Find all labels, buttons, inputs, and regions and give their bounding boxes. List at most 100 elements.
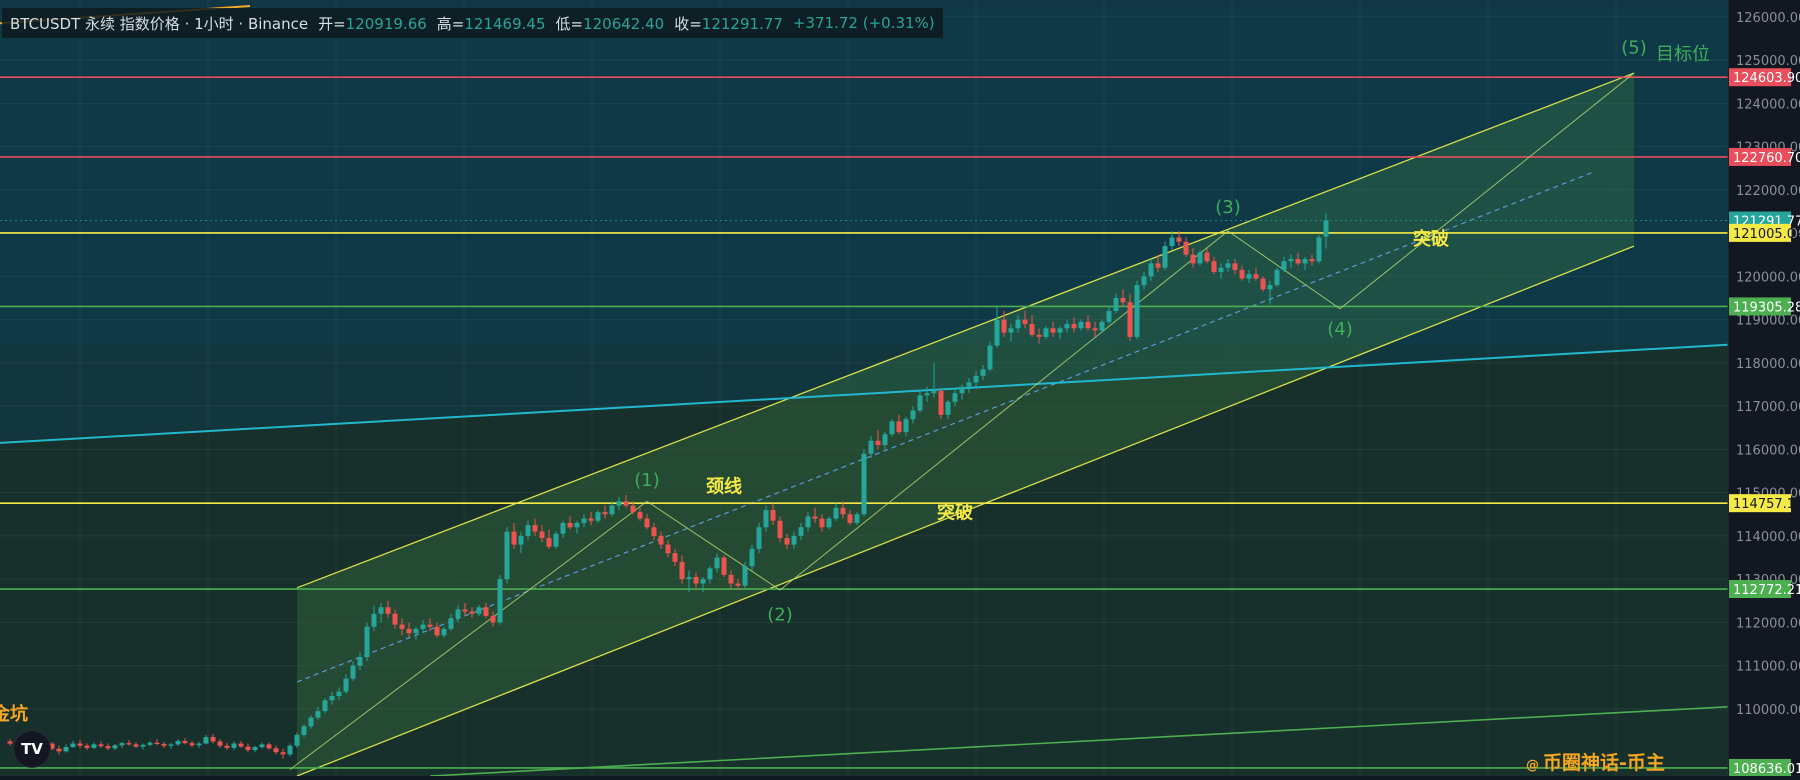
candle-body <box>1113 297 1119 311</box>
candle-body <box>875 440 881 446</box>
candle-body <box>133 744 139 747</box>
candle-body <box>1071 323 1077 329</box>
axis-tick-label: 112000.00 <box>1736 616 1800 631</box>
price-tag-label: 108636.01 <box>1733 762 1800 776</box>
axis-tick-label: 111000.00 <box>1736 660 1800 675</box>
candle-body <box>539 531 545 539</box>
candle-body <box>567 522 573 528</box>
candle-body <box>231 743 237 748</box>
candle-body <box>784 538 790 545</box>
price-tag-label: 124603.90 <box>1733 71 1800 86</box>
candle-body <box>952 393 958 402</box>
candle-body <box>259 744 265 748</box>
wave-annotation: 颈线 <box>705 476 742 498</box>
candle-body <box>756 527 762 549</box>
candle-body <box>1225 263 1231 268</box>
candle-body <box>700 579 706 584</box>
candle-body <box>574 522 580 528</box>
candle-body <box>854 514 860 523</box>
low-label: 低= <box>555 14 584 33</box>
candle-body <box>1120 297 1126 303</box>
candle-body <box>252 747 258 751</box>
price-chart[interactable]: (1) 颈线 (2) 突破 (3) (4) 突破 (5) 目标位金坑 126000.00 12500… <box>0 0 1800 777</box>
candle-body <box>735 583 741 586</box>
candle-body <box>63 747 69 752</box>
candle-body <box>413 628 419 634</box>
candle-body <box>119 743 125 746</box>
axis-tick-label: 119000.00 <box>1736 314 1800 329</box>
candle-body <box>371 613 377 627</box>
candle-body <box>938 391 944 415</box>
candle-body <box>525 525 531 536</box>
candle-body <box>987 345 993 370</box>
candle-body <box>693 577 699 584</box>
candle-body <box>637 512 643 519</box>
candle-body <box>728 574 734 584</box>
candle-body <box>245 746 251 751</box>
candle-body <box>161 743 167 746</box>
candle-body <box>861 453 867 515</box>
wave-annotation: 突破 <box>937 502 973 524</box>
candle-body <box>616 501 622 506</box>
candle-body <box>1036 334 1042 337</box>
candle-body <box>665 544 671 554</box>
chart[interactable]: (1) 颈线 (2) 突破 (3) (4) 突破 (5) 目标位 金坑 126000.00 12500… <box>0 0 1800 777</box>
close-label: 收= <box>674 14 702 33</box>
candle-body <box>1295 259 1301 264</box>
candle-body <box>798 527 804 536</box>
axis-tick-label: 114000.00 <box>1736 530 1800 545</box>
candle-body <box>868 440 874 454</box>
candle-body <box>1001 319 1007 333</box>
candle-body <box>882 434 888 446</box>
candle-body <box>1008 328 1014 333</box>
candle-body <box>602 512 608 515</box>
candle-body <box>959 386 965 394</box>
candle-body <box>651 527 657 536</box>
candle-body <box>1302 259 1308 264</box>
candle-body <box>7 741 13 744</box>
candle-body <box>385 607 391 614</box>
watermark-text: 币圈神话-币主 <box>1543 752 1665 774</box>
candle-body <box>1141 276 1147 286</box>
candle-body <box>336 691 342 696</box>
candle-body <box>833 507 839 519</box>
candle-body <box>357 657 363 666</box>
candle-body <box>70 743 76 748</box>
candle-body <box>126 743 132 745</box>
candle-body <box>210 737 216 742</box>
candle-body <box>903 419 909 433</box>
candle-body <box>399 624 405 629</box>
candle-body <box>287 745 293 755</box>
candle-body <box>1155 263 1161 268</box>
symbol-title[interactable]: BTCUSDT 永续 指数价格 · 1小时 · Binance <box>10 13 308 34</box>
candle-body <box>1253 274 1259 279</box>
candle-body <box>224 745 230 748</box>
candle-body <box>147 742 153 745</box>
candle-body <box>308 717 314 727</box>
candle-body <box>1015 319 1021 329</box>
candle-body <box>749 548 755 567</box>
candle-body <box>182 740 188 744</box>
candle-body <box>847 514 853 523</box>
candle-body <box>623 501 629 506</box>
candle-body <box>1309 259 1315 262</box>
candle-body <box>609 505 615 515</box>
candle-body <box>1169 237 1175 247</box>
candle-body <box>791 535 797 545</box>
candle-body <box>1190 254 1196 264</box>
candle-body <box>910 410 916 420</box>
axis-tick-label: 120000.00 <box>1736 270 1800 285</box>
candle-body <box>581 518 587 523</box>
candle-body <box>217 741 223 746</box>
change-value: +371.72 (+0.31%) <box>792 14 935 32</box>
tradingview-logo-icon[interactable]: TV <box>13 730 51 768</box>
candle-body <box>98 744 104 747</box>
price-tag-label: 121005.02 <box>1733 227 1800 242</box>
candle-body <box>1183 241 1189 255</box>
candle-body <box>721 557 727 575</box>
candle-body <box>427 624 433 627</box>
candle-body <box>1239 269 1245 279</box>
candle-body <box>238 743 244 747</box>
candle-body <box>546 538 552 547</box>
candle-body <box>966 382 972 387</box>
